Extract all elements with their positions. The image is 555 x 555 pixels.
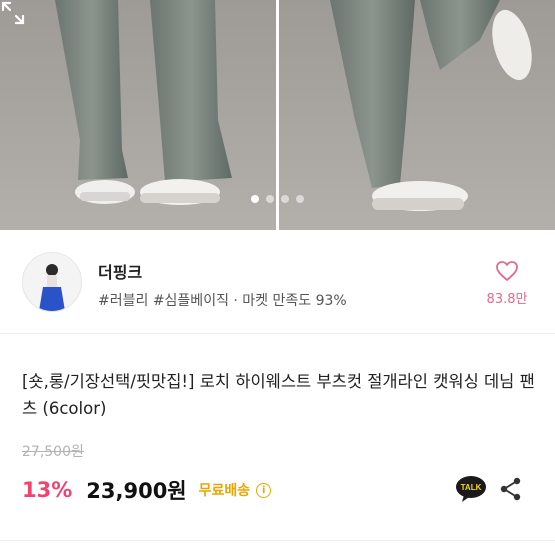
carousel-dot[interactable] <box>281 195 289 203</box>
product-image[interactable] <box>0 0 555 230</box>
free-shipping-label: 무료배송 <box>198 483 251 499</box>
talk-chat-button[interactable]: TALK <box>455 475 487 503</box>
avatar-image <box>23 253 81 311</box>
expand-icon[interactable] <box>0 0 26 26</box>
carousel-dot[interactable] <box>251 195 259 203</box>
sale-price: 23,900원 <box>86 479 187 503</box>
carousel-indicator <box>0 195 555 205</box>
product-title: [숏,롱/기장선택/핏맛집!] 로치 하이웨스트 부츠컷 절개라인 캣워싱 데님… <box>22 372 535 418</box>
seller-avatar[interactable] <box>22 252 82 312</box>
seller-name[interactable]: 더핑크 <box>98 259 142 283</box>
talk-label: TALK <box>461 483 482 492</box>
seller-section[interactable]: 더핑크 #러블리 #심플베이직 · 마켓 만족도 93% 83.8만 <box>0 230 555 334</box>
original-price: 27,500원 <box>22 444 84 460</box>
divider <box>0 540 555 541</box>
share-icon[interactable] <box>498 476 524 502</box>
price-row: 13% 23,900원 무료배송 i <box>22 475 272 505</box>
discount-rate: 13% <box>22 478 73 502</box>
like-button[interactable]: 83.8만 <box>478 260 536 307</box>
carousel-dot[interactable] <box>266 195 274 203</box>
heart-icon <box>496 261 518 281</box>
like-count: 83.8만 <box>486 292 528 307</box>
info-icon[interactable]: i <box>256 482 272 498</box>
carousel-dot[interactable] <box>296 195 304 203</box>
seller-tags: #러블리 #심플베이직 · 마켓 만족도 93% <box>98 293 347 309</box>
